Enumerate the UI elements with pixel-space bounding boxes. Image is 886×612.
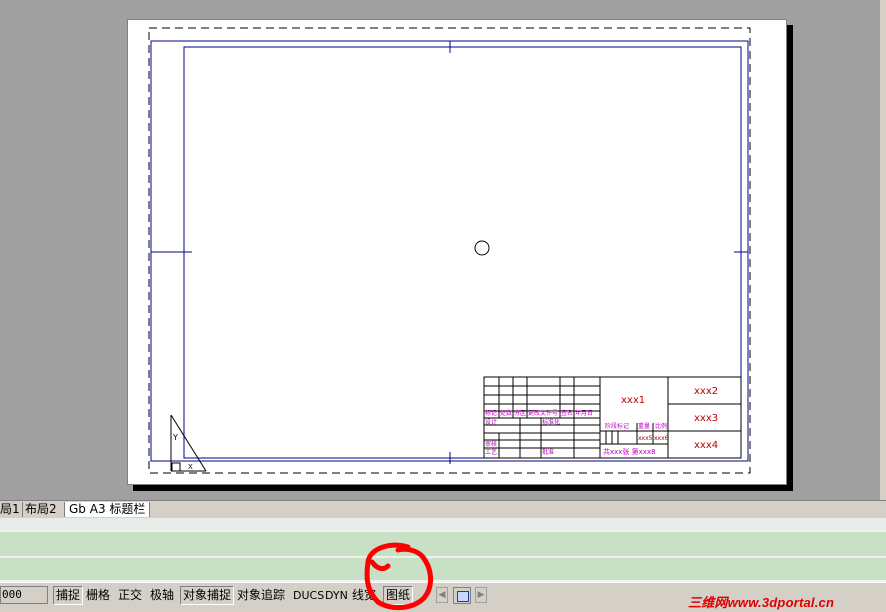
- command-input-line[interactable]: [0, 558, 886, 580]
- grid-toggle[interactable]: 栅格: [84, 586, 112, 605]
- tb-cell-xxx2: xxx2: [694, 386, 718, 397]
- inner-frame: [183, 46, 742, 459]
- tb-label-count: 处数: [500, 409, 512, 417]
- model-space-icon[interactable]: [453, 587, 471, 604]
- tb-label-zone: 分区: [514, 409, 526, 417]
- osnap-toggle[interactable]: 对象捕捉: [180, 586, 235, 605]
- coordinate-display: 000: [0, 586, 48, 604]
- tb-cell-xxx5: xxx5: [638, 435, 653, 442]
- triangle-right-icon[interactable]: ▶: [475, 587, 487, 603]
- command-window[interactable]: [0, 518, 886, 582]
- command-history-line: [0, 532, 886, 556]
- tab-layout2[interactable]: 布局2: [22, 502, 57, 517]
- tb-label-approve: 批准: [542, 448, 554, 456]
- tb-sheet-count: 共xxx张 第xxx8: [603, 447, 656, 456]
- dyn-toggle[interactable]: DYN: [323, 586, 350, 605]
- printable-area-border: [148, 27, 751, 474]
- paper-sheet: 标记 处数 分区 更改文件号 签名 年月日 设计 标准化 阶段标记 重量 比例 …: [127, 19, 787, 485]
- tab-layout1[interactable]: 局1: [0, 502, 20, 517]
- tb-cell-xxx3: xxx3: [694, 413, 718, 424]
- tb-label-design: 设计: [485, 418, 497, 426]
- layout-tab-bar: 局1 布局2 Gb A3 标题栏: [0, 500, 886, 518]
- tb-label-stage: 阶段标记: [605, 422, 629, 430]
- outer-border: [150, 40, 749, 462]
- tb-label-sign: 签名: [561, 409, 573, 417]
- tb-label-weight: 重量: [638, 422, 650, 430]
- tb-cell-xxx4: xxx4: [694, 440, 718, 451]
- tb-label-date: 年月日: [575, 409, 593, 417]
- drawing-sheet: 标记 处数 分区 更改文件号 签名 年月日 设计 标准化 阶段标记 重量 比例 …: [148, 27, 751, 474]
- tb-cell-xxx1: xxx1: [621, 395, 645, 406]
- tb-label-standard: 标准化: [542, 418, 560, 426]
- tb-cell-scale: xxx6: [654, 435, 669, 442]
- snap-toggle[interactable]: 捕捉: [53, 586, 84, 605]
- otrack-toggle[interactable]: 对象追踪: [235, 586, 287, 605]
- ucs-y-label: Y: [172, 433, 178, 442]
- command-separator: [0, 518, 886, 530]
- tb-label-review: 审核: [485, 440, 497, 448]
- tb-label-process: 工艺: [485, 448, 497, 456]
- tb-label-mark: 标记: [485, 409, 497, 417]
- red-circle-annotation: [364, 542, 433, 610]
- vertical-scrollbar[interactable]: [880, 0, 886, 500]
- tab-gb-a3-title[interactable]: Gb A3 标题栏: [64, 502, 151, 517]
- ucs-x-label: X: [188, 463, 193, 471]
- site-watermark: 三维网www.3dportal.cn: [688, 595, 835, 610]
- tb-label-scale: 比例: [655, 422, 667, 430]
- drawing-canvas[interactable]: 标记 处数 分区 更改文件号 签名 年月日 设计 标准化 阶段标记 重量 比例 …: [0, 0, 886, 500]
- tb-label-change-doc: 更改文件号: [528, 409, 558, 417]
- ortho-toggle[interactable]: 正交: [116, 586, 144, 605]
- cursor-pickbox: [474, 240, 490, 256]
- ducs-toggle[interactable]: DUCS: [291, 586, 326, 605]
- polar-toggle[interactable]: 极轴: [148, 586, 176, 605]
